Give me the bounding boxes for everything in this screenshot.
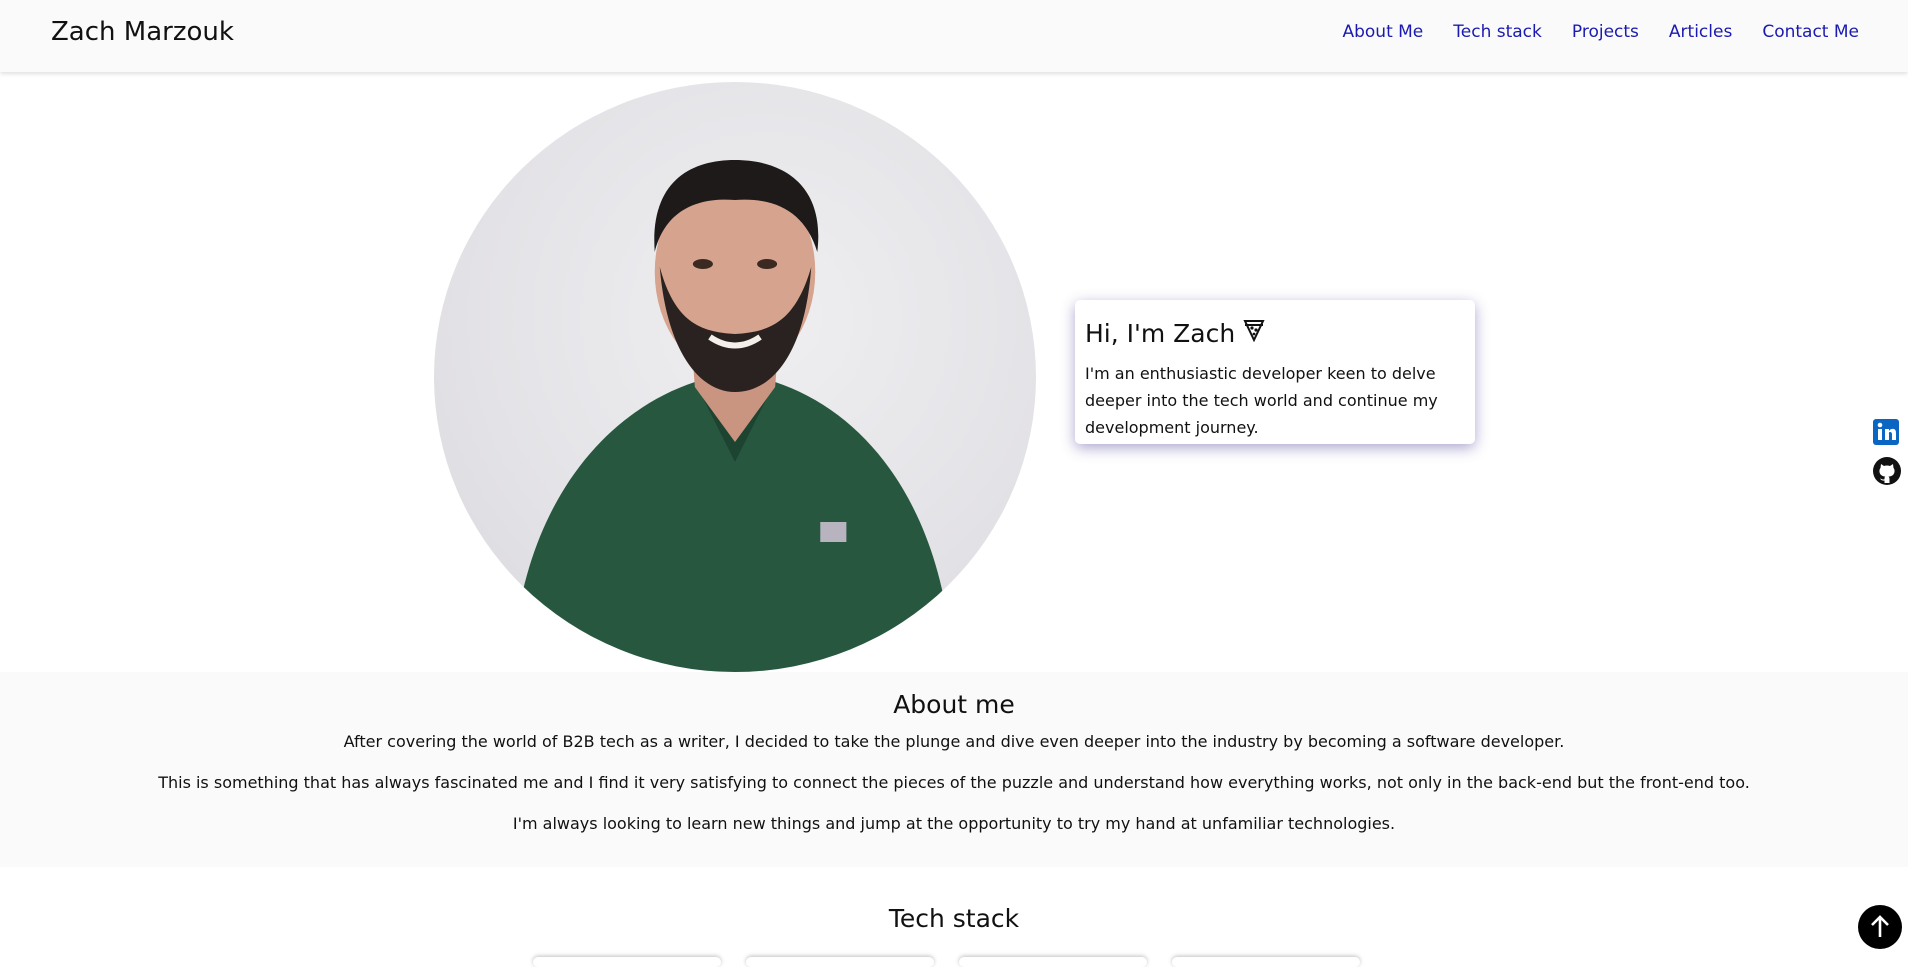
nav-contact-me[interactable]: Contact Me bbox=[1762, 22, 1859, 42]
nav-about-me[interactable]: About Me bbox=[1342, 22, 1423, 42]
about-title: About me bbox=[893, 690, 1015, 719]
brand-name[interactable]: Zach Marzouk bbox=[51, 17, 234, 47]
tech-card bbox=[1172, 957, 1360, 967]
about-paragraph-3: I'm always looking to learn new things a… bbox=[512, 814, 1396, 833]
tech-stack-title: Tech stack bbox=[888, 904, 1020, 933]
arrow-up-icon bbox=[1871, 915, 1889, 937]
about-paragraph-1: After covering the world of B2B tech as … bbox=[343, 732, 1565, 751]
tech-stack-cards bbox=[533, 957, 1360, 967]
scroll-to-top-button[interactable] bbox=[1858, 905, 1902, 949]
intro-text: I'm an enthusiastic developer keen to de… bbox=[1085, 364, 1438, 437]
pizza-icon bbox=[1243, 318, 1265, 348]
github-icon[interactable] bbox=[1872, 456, 1901, 485]
social-links bbox=[1872, 418, 1901, 485]
tech-card bbox=[959, 957, 1147, 967]
profile-photo bbox=[434, 82, 1036, 672]
nav-tech-stack[interactable]: Tech stack bbox=[1453, 22, 1542, 42]
tech-card bbox=[533, 957, 721, 967]
tech-card bbox=[746, 957, 934, 967]
intro-title: Hi, I'm Zach bbox=[1085, 318, 1236, 348]
intro-title-row: Hi, I'm Zach bbox=[1085, 318, 1465, 348]
main-nav: About Me Tech stack Projects Articles Co… bbox=[1342, 22, 1859, 42]
about-paragraph-2: This is something that has always fascin… bbox=[158, 773, 1750, 792]
intro-card: Hi, I'm Zach I'm an enthusiastic develop… bbox=[1075, 300, 1475, 444]
about-section: About me After covering the world of B2B… bbox=[0, 672, 1908, 867]
nav-projects[interactable]: Projects bbox=[1572, 22, 1639, 42]
nav-articles[interactable]: Articles bbox=[1669, 22, 1732, 42]
linkedin-icon[interactable] bbox=[1872, 418, 1900, 446]
site-header: Zach Marzouk About Me Tech stack Project… bbox=[0, 0, 1908, 72]
